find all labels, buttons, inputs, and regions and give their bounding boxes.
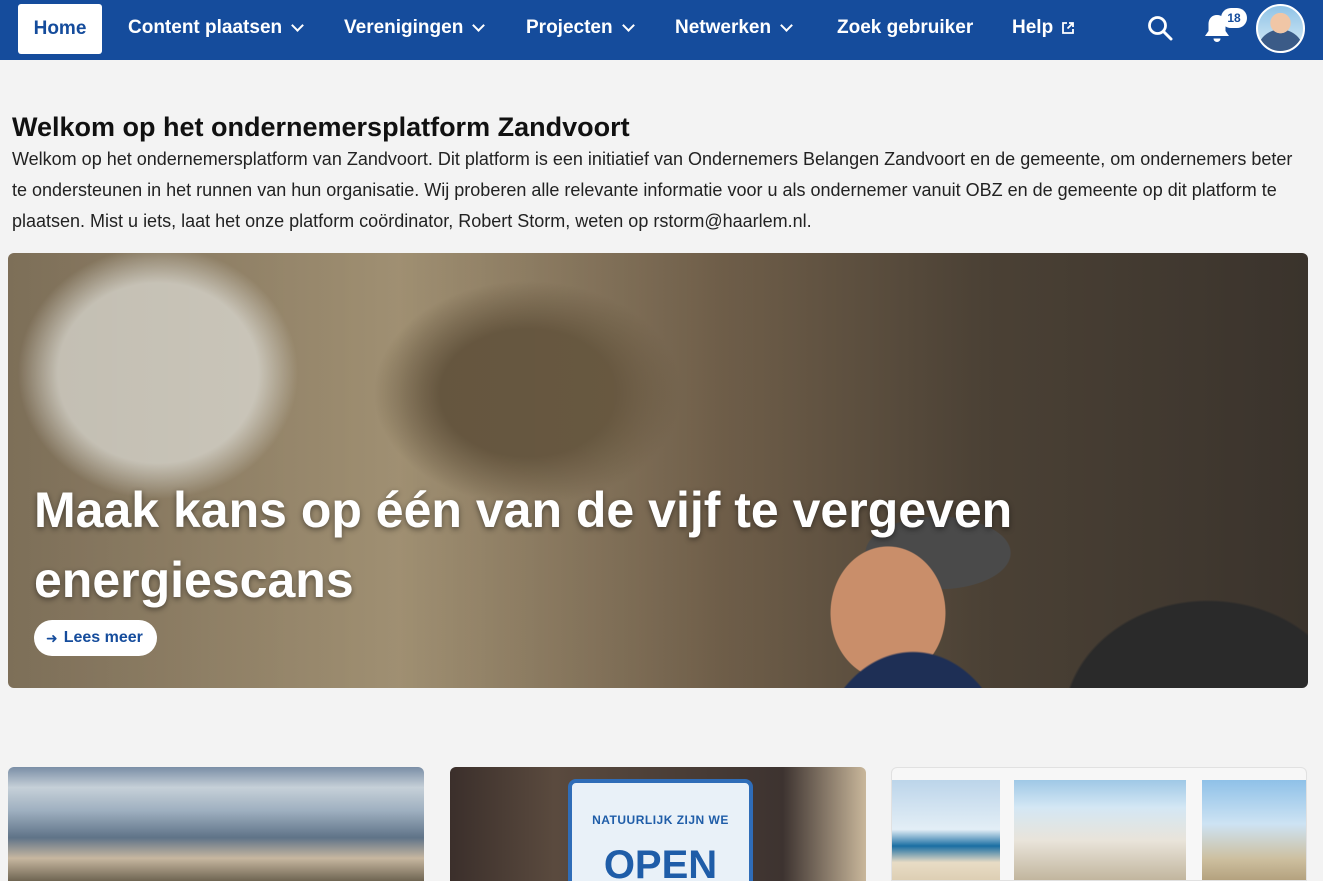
collage-photo [1202,780,1306,880]
chevron-down-icon [621,18,635,32]
nav-item-label: Netwerken [675,17,772,38]
button-label: Lees meer [63,629,143,646]
chevron-down-icon [291,18,304,32]
search-icon[interactable] [1146,14,1174,42]
nav-item-label: Content plaatsen [128,17,283,38]
chevron-down-icon [472,18,486,32]
hero-title: Maak kans op één van de vijf te vergeven… [34,482,1013,608]
intro-text: Welkom op het ondernemersplatform van Za… [12,149,1293,231]
nav-netwerken[interactable]: Netwerken [675,14,793,42]
hero-banner: Maak kans op één van de vijf te vergeven… [8,253,1308,688]
news-card-photo-collage[interactable] [891,767,1307,881]
page-title: Welkom op het ondernemersplatform Zandvo… [12,112,630,142]
nav-item-label: Projecten [526,17,613,38]
collage-photo [1014,780,1186,880]
nav-item-label: Help [1012,17,1054,38]
news-card-open-sign[interactable]: NATUURLIJK ZIJN WE OPEN [450,767,866,881]
nav-content-plaatsen[interactable]: Content plaatsen [128,14,304,42]
nav-home-link[interactable]: Home [18,4,102,54]
nav-item-label: Verenigingen [344,17,464,38]
open-sign-image: NATUURLIJK ZIJN WE OPEN [568,779,753,881]
arrow-right-icon: ➜ [46,629,58,646]
sign-big-text: OPEN [603,843,718,881]
nav-verenigingen[interactable]: Verenigingen [344,14,486,42]
user-avatar[interactable] [1256,4,1305,53]
sign-top-text: NATUURLIJK ZIJN WE [592,813,729,827]
nav-item-label: Zoek gebruiker [837,17,974,38]
lees-meer-button[interactable]: ➜ Lees meer [34,620,157,656]
nav-zoek-gebruiker[interactable]: Zoek gebruiker [837,14,973,42]
external-link-icon [1061,21,1075,35]
news-card-beach[interactable] [8,767,424,881]
chevron-down-icon [780,18,793,32]
nav-projecten[interactable]: Projecten [526,14,635,42]
notification-count-badge: 18 [1221,8,1247,28]
top-navigation: Home Content plaatsen Verenigingen Proje… [0,0,1323,60]
nav-help[interactable]: Help [1012,14,1075,42]
collage-photo [892,780,1000,880]
